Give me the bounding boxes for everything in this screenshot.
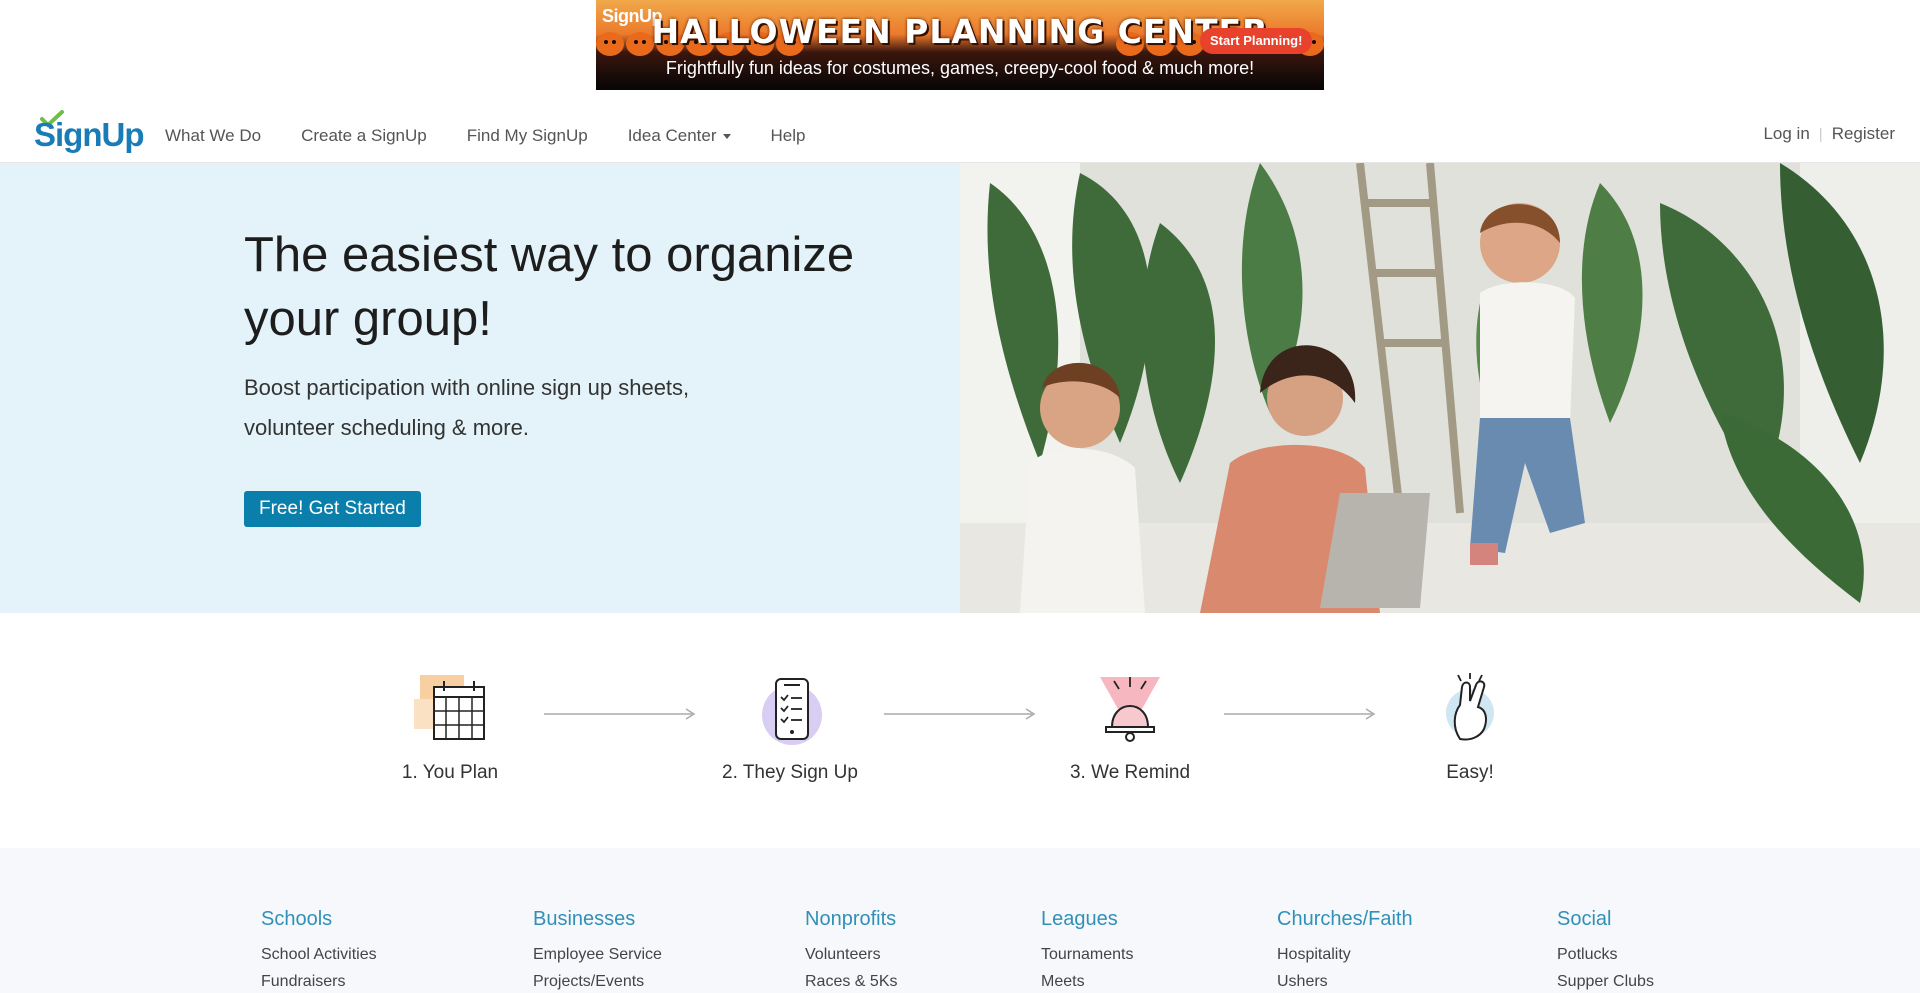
category-link[interactable]: Tournaments [1041, 941, 1134, 968]
login-link[interactable]: Log in [1763, 124, 1809, 144]
logo-text: SignUp [34, 116, 144, 153]
step-label: Easy! [1446, 762, 1494, 783]
auth-links: Log in | Register [1763, 124, 1895, 144]
main-nav: What We Do Create a SignUp Find My SignU… [165, 126, 846, 146]
register-link[interactable]: Register [1832, 124, 1895, 144]
category-link[interactable]: Races & 5Ks [805, 968, 897, 993]
step-label: 3. We Remind [1069, 762, 1191, 783]
category-title[interactable]: Nonprofits [805, 908, 897, 931]
category-title[interactable]: Businesses [533, 908, 662, 931]
category-schools: Schools School Activities Fundraisers [261, 908, 377, 993]
calendar-icon [414, 675, 485, 740]
category-nonprofits: Nonprofits Volunteers Races & 5Ks [805, 908, 897, 993]
category-leagues: Leagues Tournaments Meets [1041, 908, 1134, 993]
category-link[interactable]: Employee Service [533, 941, 662, 968]
step-easy: Easy! [1370, 669, 1570, 784]
category-link[interactable]: Potlucks [1557, 941, 1654, 968]
signup-logo[interactable]: SignUp [34, 110, 144, 154]
step-label: 2. They Sign Up [722, 762, 858, 783]
banner-subtitle: Frightfully fun ideas for costumes, game… [665, 58, 1255, 78]
nav-create-a-signup[interactable]: Create a SignUp [301, 126, 427, 146]
nav-idea-center-label: Idea Center [627, 126, 717, 145]
category-link[interactable]: Projects/Events [533, 968, 662, 993]
site-header: SignUp What We Do Create a SignUp Find M… [0, 90, 1920, 163]
halloween-banner[interactable]: SignUp HALLOWEEN PLANNING CENTER Start P… [596, 0, 1324, 90]
category-link[interactable]: Supper Clubs [1557, 968, 1654, 993]
arrow-right-icon [1224, 708, 1376, 720]
category-businesses: Businesses Employee Service Projects/Eve… [533, 908, 662, 993]
how-it-works: 1. You Plan 2. They Sign Up 3. We Remind… [0, 613, 1920, 848]
step-they-sign-up: 2. They Sign Up [690, 669, 890, 784]
banner-start-planning-button[interactable]: Start Planning! [1200, 28, 1313, 54]
step-label: 1. You Plan [401, 762, 499, 783]
category-link[interactable]: Volunteers [805, 941, 897, 968]
category-title[interactable]: Churches/Faith [1277, 908, 1413, 931]
category-link[interactable]: Fundraisers [261, 968, 377, 993]
nav-idea-center[interactable]: Idea Center [628, 126, 731, 146]
nav-find-my-signup[interactable]: Find My SignUp [467, 126, 588, 146]
category-link[interactable]: Ushers [1277, 968, 1413, 993]
hero-subtitle: Boost participation with online sign up … [244, 375, 690, 440]
category-link[interactable]: School Activities [261, 941, 377, 968]
step-we-remind: 3. We Remind [1030, 669, 1230, 784]
hero-photo [960, 163, 1920, 613]
category-title[interactable]: Leagues [1041, 908, 1134, 931]
category-social: Social Potlucks Supper Clubs [1557, 908, 1654, 993]
category-churches-faith: Churches/Faith Hospitality Ushers [1277, 908, 1413, 993]
category-title[interactable]: Social [1557, 908, 1654, 931]
hero-section: The easiest way to organize your group! … [0, 163, 960, 613]
family-plants-illustration [960, 163, 1920, 613]
get-started-button[interactable]: Free! Get Started [244, 491, 421, 527]
category-links: Schools School Activities Fundraisers Bu… [0, 848, 1920, 993]
hero-title: The easiest way to organize your group! [244, 228, 855, 346]
auth-separator: | [1818, 125, 1823, 143]
arrow-right-icon [884, 708, 1036, 720]
fingers-crossed-icon [1446, 673, 1494, 741]
category-link[interactable]: Hospitality [1277, 941, 1413, 968]
nav-what-we-do[interactable]: What We Do [165, 126, 261, 146]
nav-help[interactable]: Help [771, 126, 806, 146]
category-title[interactable]: Schools [261, 908, 377, 931]
phone-checklist-icon [762, 678, 822, 745]
step-you-plan: 1. You Plan [350, 669, 550, 784]
caret-down-icon [722, 134, 731, 140]
category-link[interactable]: Meets [1041, 968, 1134, 993]
bell-icon [1100, 677, 1160, 742]
ad-banner-area: SignUp HALLOWEEN PLANNING CENTER Start P… [0, 0, 1920, 90]
arrow-right-icon [544, 708, 696, 720]
